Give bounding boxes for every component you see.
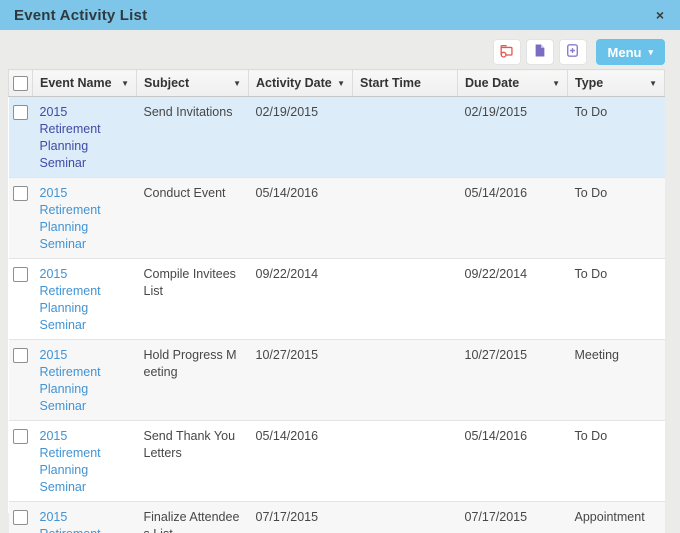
- row-checkbox-cell: [8, 258, 33, 340]
- add-document-icon: [565, 43, 580, 61]
- filter-icon[interactable]: ▼: [337, 79, 345, 88]
- type-cell: To Do: [567, 258, 665, 340]
- activity-table-container: Event Name ▼ Subject ▼ Activity Date ▼ S…: [8, 69, 665, 533]
- document-icon: [533, 43, 547, 61]
- activity-date-cell: 05/14/2016: [248, 177, 353, 259]
- event-name-cell: 2015 Retirement Planning Seminar: [32, 420, 137, 502]
- chevron-down-icon: ▾: [648, 46, 653, 57]
- event-name-link[interactable]: 2015 Retirement Planning Seminar: [40, 348, 101, 413]
- type-cell: Appointment: [567, 501, 665, 533]
- due-date-cell: 07/17/2015: [457, 501, 568, 533]
- column-label: Type: [575, 76, 604, 90]
- table-body: 2015 Retirement Planning Seminar Send In…: [8, 96, 665, 533]
- subject-cell: Send Invitations: [136, 96, 249, 178]
- filter-icon[interactable]: ▼: [552, 79, 560, 88]
- event-name-cell: 2015 Retirement Planning Seminar: [32, 258, 137, 340]
- event-history-icon: [499, 43, 514, 61]
- filter-icon[interactable]: ▼: [233, 79, 241, 88]
- table-row[interactable]: 2015 Retirement Planning Seminar Hold Pr…: [8, 339, 665, 421]
- due-date-cell: 02/19/2015: [457, 96, 568, 178]
- row-checkbox[interactable]: [12, 267, 28, 282]
- row-checkbox-cell: [8, 177, 33, 259]
- subject-cell: Finalize Attendees List: [136, 501, 249, 533]
- event-history-button[interactable]: [492, 39, 521, 65]
- type-cell: Meeting: [567, 339, 665, 421]
- event-name-cell: 2015 Retirement Planning Seminar: [32, 501, 137, 533]
- column-label: Event Name: [40, 76, 112, 90]
- table-header-row: Event Name ▼ Subject ▼ Activity Date ▼ S…: [8, 69, 665, 97]
- event-name-cell: 2015 Retirement Planning Seminar: [32, 96, 137, 178]
- table-row[interactable]: 2015 Retirement Planning Seminar Compile…: [8, 258, 665, 340]
- column-header-event-name[interactable]: Event Name ▼: [32, 69, 137, 97]
- start-time-cell: [352, 258, 458, 340]
- filter-icon[interactable]: ▼: [649, 79, 657, 88]
- select-all-checkbox[interactable]: [13, 75, 28, 91]
- select-all-header: [8, 69, 33, 97]
- document-button[interactable]: [525, 39, 554, 65]
- row-checkbox[interactable]: [12, 348, 28, 363]
- dialog-content: Menu ▾ Event Name ▼ Subject ▼ Activity D…: [0, 39, 680, 533]
- start-time-cell: [352, 420, 458, 502]
- column-label: Start Time: [360, 76, 421, 90]
- event-name-link[interactable]: 2015 Retirement Planning Seminar: [40, 267, 101, 332]
- column-label: Due Date: [465, 76, 520, 90]
- row-checkbox-cell: [8, 339, 33, 421]
- activity-date-cell: 09/22/2014: [248, 258, 353, 340]
- start-time-cell: [352, 96, 458, 178]
- table-row[interactable]: 2015 Retirement Planning Seminar Send In…: [8, 96, 665, 178]
- event-name-cell: 2015 Retirement Planning Seminar: [32, 339, 137, 421]
- activity-date-cell: 02/19/2015: [248, 96, 353, 178]
- subject-cell: Compile Invitees List: [136, 258, 249, 340]
- column-label: Activity Date: [256, 76, 332, 90]
- activity-date-cell: 07/17/2015: [248, 501, 353, 533]
- add-document-button[interactable]: [558, 39, 587, 65]
- subject-cell: Hold Progress Meeting: [136, 339, 249, 421]
- activity-date-cell: 05/14/2016: [248, 420, 353, 502]
- toolbar: Menu ▾: [8, 39, 665, 65]
- start-time-cell: [352, 339, 458, 421]
- row-checkbox[interactable]: [12, 510, 28, 525]
- due-date-cell: 05/14/2016: [457, 420, 568, 502]
- column-header-subject[interactable]: Subject ▼: [136, 69, 249, 97]
- type-cell: To Do: [567, 177, 665, 259]
- table-row[interactable]: 2015 Retirement Planning Seminar Conduct…: [8, 177, 665, 259]
- event-name-link[interactable]: 2015 Retirement Planning Seminar: [40, 105, 101, 170]
- table-row[interactable]: 2015 Retirement Planning Seminar Send Th…: [8, 420, 665, 502]
- start-time-cell: [352, 177, 458, 259]
- row-checkbox[interactable]: [12, 105, 28, 120]
- filter-icon[interactable]: ▼: [121, 79, 129, 88]
- type-cell: To Do: [567, 420, 665, 502]
- type-cell: To Do: [567, 96, 665, 178]
- column-label: Subject: [144, 76, 190, 90]
- dialog-titlebar: Event Activity List ×: [0, 0, 680, 30]
- column-header-type[interactable]: Type ▼: [567, 69, 665, 97]
- row-checkbox[interactable]: [12, 429, 28, 444]
- subject-cell: Conduct Event: [136, 177, 249, 259]
- column-header-activity-date[interactable]: Activity Date ▼: [248, 69, 353, 97]
- event-name-link[interactable]: 2015 Retirement Planning Seminar: [40, 510, 101, 533]
- menu-button-label: Menu: [607, 44, 642, 60]
- due-date-cell: 10/27/2015: [457, 339, 568, 421]
- column-header-start-time[interactable]: Start Time: [352, 69, 458, 97]
- menu-button[interactable]: Menu ▾: [595, 39, 665, 65]
- event-name-cell: 2015 Retirement Planning Seminar: [32, 177, 137, 259]
- close-icon[interactable]: ×: [654, 6, 666, 24]
- subject-cell: Send Thank You Letters: [136, 420, 249, 502]
- due-date-cell: 09/22/2014: [457, 258, 568, 340]
- activity-date-cell: 10/27/2015: [248, 339, 353, 421]
- due-date-cell: 05/14/2016: [457, 177, 568, 259]
- table-row[interactable]: 2015 Retirement Planning Seminar Finaliz…: [8, 501, 665, 533]
- row-checkbox-cell: [8, 501, 33, 533]
- row-checkbox[interactable]: [12, 186, 28, 201]
- event-name-link[interactable]: 2015 Retirement Planning Seminar: [40, 429, 101, 494]
- row-checkbox-cell: [8, 420, 33, 502]
- column-header-due-date[interactable]: Due Date ▼: [457, 69, 568, 97]
- page-title: Event Activity List: [14, 6, 148, 24]
- start-time-cell: [352, 501, 458, 533]
- row-checkbox-cell: [8, 96, 33, 178]
- event-name-link[interactable]: 2015 Retirement Planning Seminar: [40, 186, 101, 251]
- activity-table: Event Name ▼ Subject ▼ Activity Date ▼ S…: [8, 69, 665, 533]
